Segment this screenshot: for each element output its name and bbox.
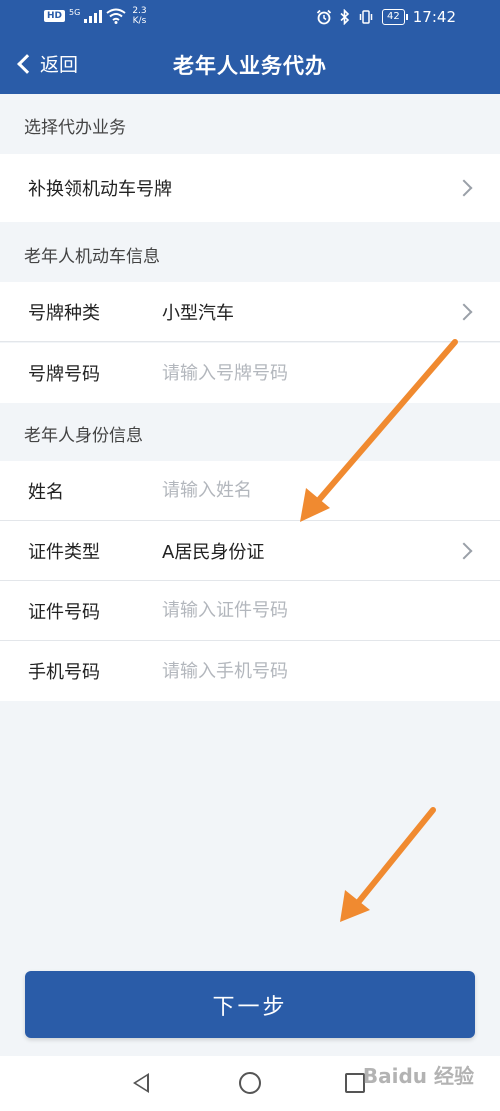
chevron-right-icon	[455, 179, 473, 197]
name-input[interactable]	[162, 480, 462, 501]
bluetooth-icon	[340, 9, 350, 25]
section-label-identity: 老年人身份信息	[24, 426, 143, 446]
watermark: Baidu 经验	[362, 1064, 474, 1088]
phone-row: 手机号码	[0, 641, 500, 701]
name-label: 姓名	[28, 481, 64, 503]
status-right: 42 17:42	[316, 8, 456, 26]
status-left: HD 5G 2.3 K/s	[44, 6, 147, 26]
chevron-right-icon	[455, 542, 473, 559]
screen: HD 5G 2.3 K/s 42 17:42 返回 老年人业务代办 选择代办业务 …	[0, 0, 500, 1111]
speed-unit: K/s	[132, 16, 147, 26]
hd-badge: HD	[44, 10, 66, 22]
battery-icon: 42	[382, 9, 408, 25]
wifi-icon	[106, 8, 126, 24]
id-type-label: 证件类型	[28, 541, 100, 563]
alarm-icon	[316, 9, 332, 25]
service-selected-value: 补换领机动车号牌	[28, 179, 172, 200]
phone-input[interactable]	[162, 660, 462, 682]
speed-value: 2.3	[132, 6, 147, 16]
vibrate-icon	[359, 10, 373, 24]
plate-number-label: 号牌号码	[28, 364, 100, 385]
nav-home-icon[interactable]	[239, 1072, 261, 1094]
network-speed: 2.3 K/s	[132, 6, 146, 26]
service-select-row[interactable]: 补换领机动车号牌	[0, 154, 500, 222]
chevron-right-icon	[455, 303, 473, 320]
id-type-value: A居民身份证	[162, 541, 265, 563]
id-number-input[interactable]	[162, 600, 462, 621]
clock: 17:42	[412, 8, 456, 26]
page-title: 老年人业务代办	[173, 54, 327, 78]
id-type-row[interactable]: 证件类型 A居民身份证	[0, 521, 500, 581]
status-bar: HD 5G 2.3 K/s 42 17:42	[0, 0, 500, 36]
plate-number-row: 号牌号码	[0, 343, 500, 403]
id-number-row: 证件号码	[0, 581, 500, 641]
nav-back-icon[interactable]	[133, 1073, 149, 1093]
plate-type-row[interactable]: 号牌种类 小型汽车	[0, 282, 500, 342]
name-row: 姓名	[0, 461, 500, 521]
app-header: 返回 老年人业务代办	[0, 36, 500, 94]
phone-label: 手机号码	[28, 662, 100, 683]
next-step-button[interactable]: 下一步	[25, 971, 475, 1038]
plate-type-value: 小型汽车	[162, 302, 234, 324]
id-number-label: 证件号码	[28, 601, 100, 623]
signal-icon	[84, 9, 103, 23]
section-label-service: 选择代办业务	[24, 118, 126, 138]
plate-type-label: 号牌种类	[28, 302, 100, 324]
plate-number-input[interactable]	[162, 362, 462, 384]
section-label-vehicle: 老年人机动车信息	[24, 247, 160, 267]
network-generation: 5G	[69, 7, 81, 17]
